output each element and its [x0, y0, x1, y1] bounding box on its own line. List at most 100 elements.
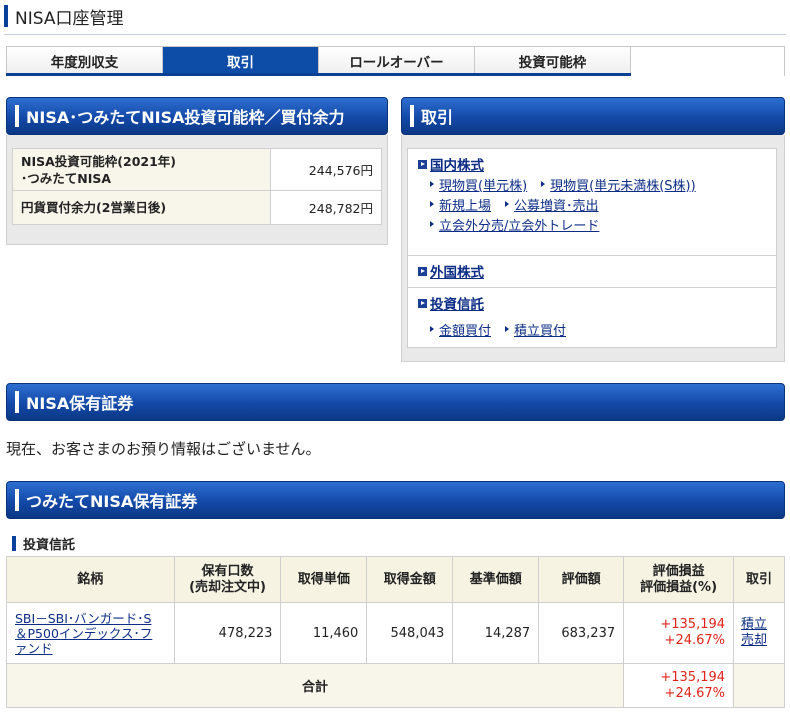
cost-cell: 548,043 — [366, 602, 454, 664]
triangle-icon — [505, 326, 510, 332]
subtitle-accent-bar — [12, 536, 16, 551]
capacity-value: 244,576円 — [270, 148, 382, 191]
domestic-stock-link[interactable]: 国内株式 — [418, 154, 766, 174]
nisa-capacity-table: NISA投資可能枠(2021年) ･つみたてNISA 244,576円 円貨買付… — [12, 148, 382, 225]
fund-name-cell: SBI－SBI･バンガード･S ＆P500インデックス･フ ァンド — [6, 602, 175, 664]
sell-link[interactable]: 売却 — [741, 633, 767, 648]
page-title: NISA口座管理 — [15, 8, 124, 29]
col-units-line2: (売却注文中) — [189, 579, 266, 595]
fund-name-link[interactable]: SBI－SBI･バンガード･S ＆P500インデックス･フ ァンド — [15, 611, 166, 656]
header-accent-bar — [15, 391, 19, 413]
col-pl-line1: 評価損益 — [652, 563, 705, 579]
link-accumulation-buy[interactable]: 積立買付 — [505, 320, 566, 339]
nisa-holdings-header: NISA保有証券 — [6, 383, 785, 421]
col-value: 評価額 — [538, 556, 625, 603]
foreign-stock-link[interactable]: 外国株式 — [418, 261, 766, 281]
tab-rollover[interactable]: ロールオーバー — [319, 47, 475, 75]
mutual-fund-subtitle: 投資信託 — [23, 538, 76, 553]
mutual-fund-section: 投資信託 金額買付 積立買付 — [408, 287, 776, 347]
capacity-label-line1: NISA投資可能枠(2021年) — [21, 153, 177, 169]
accumulate-link[interactable]: 積立 — [741, 617, 767, 632]
mutual-fund-subtitle-block: 投資信託 — [12, 534, 75, 553]
col-units: 保有口数 (売却注文中) — [173, 556, 282, 603]
unit-cost-cell: 11,460 — [280, 602, 368, 664]
value-cell: 683,237 — [538, 602, 625, 664]
link-label: 公募増資･売出 — [514, 198, 599, 214]
link-spot-buy-unit[interactable]: 現物買(単元株) — [430, 175, 527, 194]
trade-header: 取引 — [401, 97, 785, 135]
trade-links-box: 国内株式 現物買(単元株) 現物買(単元未満株(S株)) 新規上場 公募増資･売… — [407, 148, 777, 348]
col-cost: 取得金額 — [366, 556, 454, 603]
units-cell: 478,223 — [173, 602, 282, 664]
pl-cell: +135,194 +24.67% — [623, 602, 735, 664]
fund-name-line2: ＆P500インデックス･フ — [15, 625, 153, 641]
trade-title: 取引 — [421, 108, 454, 127]
total-pl-cell: +135,194 +24.67% — [623, 663, 735, 708]
col-name: 銘柄 — [6, 556, 175, 603]
link-amount-buy[interactable]: 金額買付 — [430, 320, 491, 339]
table-row: SBI－SBI･バンガード･S ＆P500インデックス･フ ァンド 478,22… — [6, 602, 785, 664]
domestic-stock-section: 国内株式 現物買(単元株) 現物買(単元未満株(S株)) 新規上場 公募増資･売… — [408, 149, 776, 255]
col-unit-cost: 取得単価 — [280, 556, 368, 603]
total-label: 合計 — [5, 663, 625, 708]
tab-annual-income[interactable]: 年度別収支 — [7, 47, 163, 75]
link-off-floor-trade[interactable]: 立会外分売/立会外トレード — [430, 215, 599, 234]
title-divider — [4, 34, 786, 35]
total-row: 合計 +135,194 +24.67% — [5, 663, 785, 708]
tab-bar-filler — [631, 47, 784, 75]
triangle-icon — [430, 221, 434, 227]
pl-percent: +24.67% — [664, 633, 726, 648]
link-ipo[interactable]: 新規上場 — [430, 195, 491, 214]
mutual-fund-label: 投資信託 — [430, 297, 484, 313]
col-units-line1: 保有口数 — [201, 563, 254, 579]
buying-power-label: 円貨買付余力(2営業日後) — [12, 190, 271, 225]
domestic-stock-links: 現物買(単元株) 現物買(単元未満株(S株)) 新規上場 公募増資･売出 立会外… — [418, 174, 766, 234]
link-label: 新規上場 — [439, 198, 492, 214]
link-row: 立会外分売/立会外トレード — [430, 214, 766, 234]
holdings-table: 銘柄 保有口数 (売却注文中) 取得単価 取得金額 基準価額 評価額 評価損益 評価… — [5, 556, 785, 708]
triangle-icon — [430, 326, 434, 332]
col-pl-line2: 評価損益(%) — [640, 579, 718, 595]
buying-power-value: 248,782円 — [270, 190, 382, 225]
tab-trade[interactable]: 取引 — [163, 47, 319, 75]
nav-cell: 14,287 — [452, 602, 540, 664]
header-accent-bar — [15, 489, 19, 511]
arrow-square-icon — [418, 298, 427, 308]
header-accent-bar — [15, 105, 19, 127]
triangle-icon — [505, 201, 510, 207]
link-row: 新規上場 公募増資･売出 — [430, 194, 766, 214]
tsumitate-holdings-title: つみたてNISA保有証券 — [26, 492, 198, 511]
tab-investment-capacity[interactable]: 投資可能枠 — [475, 47, 631, 75]
foreign-stock-section: 外国株式 — [408, 255, 776, 287]
no-holdings-message: 現在、お客さまのお預り情報はございません。 — [6, 440, 321, 458]
total-pl-percent: +24.67% — [664, 685, 726, 701]
link-label: 立会外分売/立会外トレード — [439, 218, 600, 234]
page-title-block: NISA口座管理 — [4, 4, 124, 29]
col-pl: 評価損益 評価損益(%) — [623, 556, 735, 603]
header-accent-bar — [410, 105, 414, 127]
link-row: 現物買(単元株) 現物買(単元未満株(S株)) — [430, 174, 766, 194]
link-label: 現物買(単元未満株(S株)) — [550, 178, 696, 194]
fund-name-line3: ァンド — [15, 640, 53, 656]
trade-actions-cell: 積立 売却 — [733, 602, 785, 664]
link-public-offering[interactable]: 公募増資･売出 — [505, 195, 599, 214]
total-empty-cell — [733, 663, 785, 708]
buying-power-row: 円貨買付余力(2営業日後) 248,782円 — [12, 190, 382, 225]
holdings-header-row: 銘柄 保有口数 (売却注文中) 取得単価 取得金額 基準価額 評価額 評価損益 評価… — [6, 556, 785, 603]
link-label: 金額買付 — [439, 323, 492, 339]
nisa-capacity-header: NISA･つみたてNISA投資可能枠／買付余力 — [6, 97, 388, 135]
col-trade: 取引 — [733, 556, 785, 603]
tab-underline — [6, 73, 631, 76]
fund-name-line1: SBI－SBI･バンガード･S — [15, 610, 152, 626]
nisa-holdings-title: NISA保有証券 — [26, 394, 134, 413]
mutual-fund-link[interactable]: 投資信託 — [418, 293, 766, 313]
pl-amount: +135,194 — [660, 617, 726, 632]
link-spot-buy-odd-lot[interactable]: 現物買(単元未満株(S株)) — [541, 175, 696, 194]
arrow-square-icon — [418, 266, 427, 276]
link-label: 積立買付 — [514, 323, 567, 339]
foreign-stock-label: 外国株式 — [430, 265, 484, 281]
tab-bar: 年度別収支 取引 ロールオーバー 投資可能枠 — [6, 46, 785, 76]
link-label: 現物買(単元株) — [439, 178, 528, 194]
capacity-label: NISA投資可能枠(2021年) ･つみたてNISA — [12, 148, 271, 191]
link-row: 金額買付 積立買付 — [430, 319, 766, 339]
